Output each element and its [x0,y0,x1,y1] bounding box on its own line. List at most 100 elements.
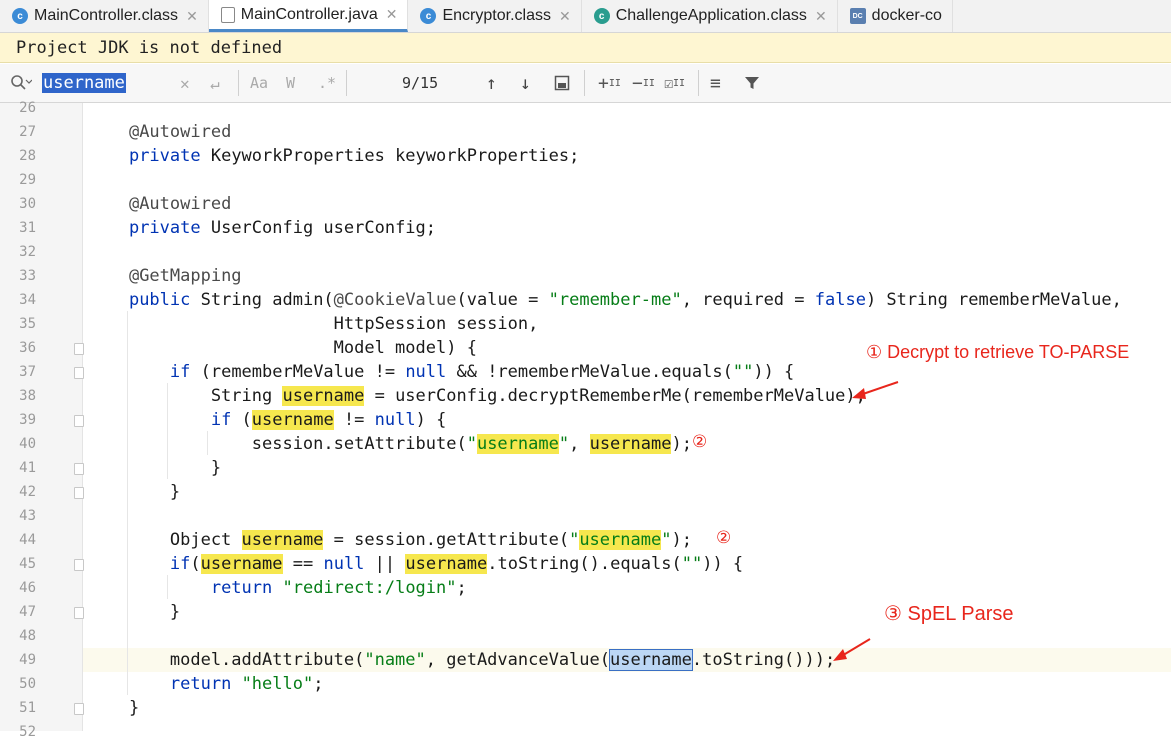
match-count-text: 9/15 [402,74,439,92]
code-line: 43 [0,504,1171,528]
divider [698,70,699,96]
line-number: 45 [19,556,36,572]
line-number: 31 [19,220,36,236]
divider [584,70,585,96]
line-number: 41 [19,460,36,476]
line-number: 50 [19,676,36,692]
close-icon[interactable]: ✕ [559,8,571,25]
line-number: 37 [19,364,36,380]
annotation-arrow-icon [833,638,871,661]
divider [238,70,239,96]
line-number: 29 [19,172,36,188]
tab-label: MainController.java [240,5,378,23]
fold-marker-icon[interactable] [74,367,84,379]
code-text: return "redirect:/login"; [210,578,467,598]
code-text: Object username = session.getAttribute("… [88,530,692,550]
line-number: 40 [19,436,36,452]
close-icon[interactable]: ✕ [386,6,398,23]
code-text: if (username != null) { [210,410,447,430]
fold-marker-icon[interactable] [74,463,84,475]
code-line: 30 @Autowired [0,192,1171,216]
code-line: 33 @GetMapping [0,264,1171,288]
fold-marker-icon[interactable] [74,415,84,427]
code-line: 49 model.addAttribute("name", getAdvance… [0,648,1171,672]
jdk-warning-text: Project JDK is not defined [16,38,283,58]
annotation-step-2-a: ② [692,432,708,452]
code-line: 31 private UserConfig userConfig; [0,216,1171,240]
code-text: if (rememberMeValue != null && !remember… [169,362,795,382]
divider [346,70,347,96]
code-line: 52 [0,720,1171,744]
code-text: if(username == null || username.toString… [169,554,744,574]
code-line: 29 [0,168,1171,192]
fold-marker-icon[interactable] [74,343,84,355]
code-line: 27 @Autowired [0,120,1171,144]
fold-marker-icon[interactable] [74,487,84,499]
tab-maincontroller-class[interactable]: c MainController.class ✕ [0,0,209,32]
code-line: 32 [0,240,1171,264]
fold-marker-icon[interactable] [74,703,84,715]
code-line: 42 } [0,480,1171,504]
annotation-arrow-icon [852,381,899,399]
code-line: 34 public String admin(@CookieValue(valu… [0,288,1171,312]
line-number: 49 [19,652,36,668]
fold-marker-icon[interactable] [74,607,84,619]
tab-challengeapplication-class[interactable]: c ChallengeApplication.class ✕ [582,0,838,32]
line-number: 46 [19,580,36,596]
code-text: private KeyworkProperties keyworkPropert… [128,146,580,166]
tab-label: Encryptor.class [442,7,551,24]
line-number: 36 [19,340,36,356]
line-number: 33 [19,268,36,284]
line-number: 44 [19,532,36,548]
tab-encryptor-class[interactable]: c Encryptor.class ✕ [408,0,582,32]
close-icon[interactable]: ✕ [186,8,198,25]
search-query: username [42,73,126,93]
tab-maincontroller-java[interactable]: J MainController.java ✕ [208,0,409,32]
jdk-warning-banner: Project JDK is not defined [0,33,1171,63]
code-line: 39 if (username != null) { [0,408,1171,432]
line-number: 43 [19,508,36,524]
editor-tab-bar: c MainController.class ✕ J MainControlle… [0,0,1171,33]
tab-label: docker-co [871,7,942,24]
line-number: 42 [19,484,36,500]
tab-label: ChallengeApplication.class [615,7,807,24]
java-file-icon: J [220,6,235,23]
annotation-step-2-b: ② [716,528,732,548]
code-line: 46 return "redirect:/login"; [0,576,1171,600]
line-number: 39 [19,412,36,428]
line-number: 27 [19,124,36,140]
line-number: 52 [19,724,36,740]
code-text: session.setAttribute("username", usernam… [88,434,692,454]
app-class-icon: c [593,8,610,24]
code-line: 41 } [0,456,1171,480]
line-number: 28 [19,148,36,164]
match-case-label: Aa [250,74,269,92]
code-text: Model model) { [88,338,477,358]
tab-docker-compose[interactable]: DC docker-co [838,0,953,32]
line-number: 51 [19,700,36,716]
line-number: 30 [19,196,36,212]
code-text: } [88,482,181,502]
code-text: model.addAttribute("name", getAdvanceVal… [88,649,836,671]
code-text: @Autowired [128,122,232,142]
code-text: } [88,602,181,622]
regex-label: .* [318,74,337,92]
line-number: 26 [19,100,36,116]
annotation-spel-parse: ③ SpEL Parse [884,603,1014,625]
code-line: 40 session.setAttribute("username", user… [0,432,1171,456]
fold-marker-icon[interactable] [74,559,84,571]
code-text: private UserConfig userConfig; [128,218,437,238]
line-number: 47 [19,604,36,620]
code-line: 45 if(username == null || username.toStr… [0,552,1171,576]
code-text: String username = userConfig.decryptReme… [88,386,866,406]
code-line: 48 [0,624,1171,648]
code-text: @GetMapping [128,266,242,286]
tab-label: MainController.class [34,7,179,24]
code-line: 50 return "hello"; [0,672,1171,696]
code-line: 35 HttpSession session, [0,312,1171,336]
code-line: 44 Object username = session.getAttribut… [0,528,1171,552]
docker-compose-icon: DC [849,8,866,24]
code-text: @Autowired [128,194,232,214]
close-icon[interactable]: ✕ [815,8,827,25]
code-line: 28 private KeyworkProperties keyworkProp… [0,144,1171,168]
